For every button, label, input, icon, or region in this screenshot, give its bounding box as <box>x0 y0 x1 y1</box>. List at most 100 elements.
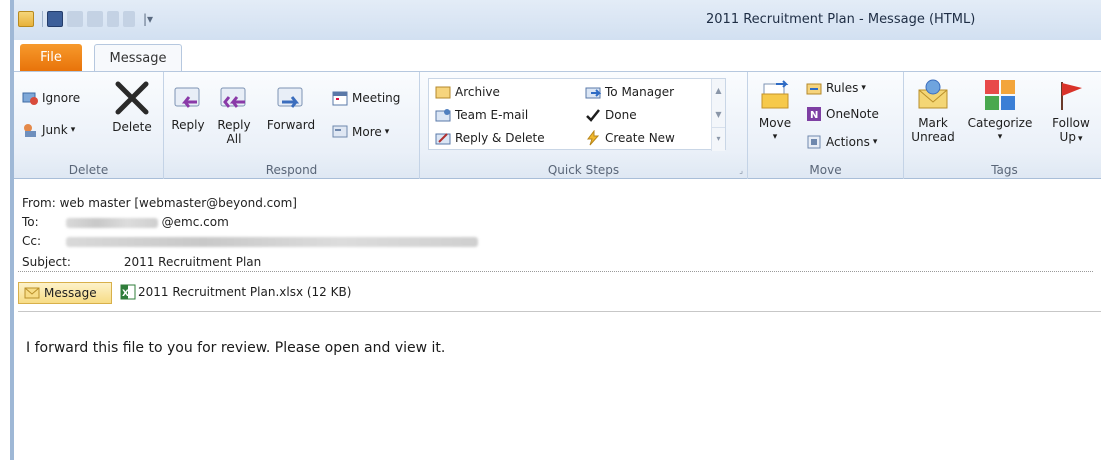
quickstep-archive[interactable]: Archive <box>435 84 500 100</box>
reply-button[interactable]: Reply <box>168 80 208 132</box>
ribbon: Ignore Junk ▾ Delete Delete Reply Reply … <box>14 71 1101 179</box>
done-label: Done <box>605 108 637 122</box>
quickstep-done[interactable]: Done <box>585 107 637 123</box>
title-bar: |▾ 2011 Recruitment Plan - Message (HTML… <box>14 0 1101 40</box>
customize-toolbar-icon[interactable]: |▾ <box>143 12 153 26</box>
chevron-down-icon: ▾ <box>861 83 866 93</box>
toolbar-separator <box>42 11 43 27</box>
chevron-down-icon: ▾ <box>384 127 390 137</box>
mark-unread-label-1: Mark <box>918 116 948 130</box>
follow-up-label-2: Up <box>1059 130 1076 144</box>
scroll-up-icon[interactable]: ▲ <box>712 79 725 103</box>
tab-file[interactable]: File <box>20 44 82 71</box>
rules-icon <box>806 80 822 96</box>
forward-icon <box>274 80 308 114</box>
meeting-calendar-icon <box>332 90 348 106</box>
categorize-label: Categorize <box>967 116 1033 130</box>
reply-all-label-2: All <box>226 132 242 146</box>
svg-text:N: N <box>810 110 818 121</box>
categorize-icon <box>983 78 1017 112</box>
quick-steps-scrollbar[interactable]: ▲ ▼ ▾ <box>711 79 725 151</box>
onenote-label: OneNote <box>826 107 879 121</box>
quick-access-toolbar: |▾ <box>18 11 153 27</box>
message-tab-button[interactable]: Message <box>18 282 112 304</box>
junk-label: Junk <box>42 123 68 137</box>
group-label-quick-steps: Quick Steps <box>547 163 620 177</box>
redacted-recipient <box>65 217 158 228</box>
archive-label: Archive <box>455 85 500 99</box>
window-edge <box>0 0 10 460</box>
forward-button[interactable]: Forward <box>264 80 318 132</box>
attachment-bar: Message X 2011 Recruitment Plan.xlsx (12… <box>14 281 1101 305</box>
categorize-button[interactable]: Categorize ▾ <box>962 78 1038 144</box>
to-row: To: @emc.com <box>22 215 229 229</box>
quickstep-to-manager[interactable]: To Manager <box>585 84 674 100</box>
mark-unread-icon <box>916 78 950 112</box>
to-manager-icon <box>585 84 602 100</box>
to-value[interactable]: @emc.com <box>162 215 229 229</box>
from-label: From: <box>22 196 56 210</box>
reply-label: Reply <box>171 118 205 132</box>
delete-x-icon <box>114 80 150 116</box>
junk-button[interactable]: Junk ▾ <box>22 122 75 138</box>
checkmark-icon <box>585 107 601 123</box>
quickstep-create-new[interactable]: Create New <box>585 129 675 146</box>
forward-label: Forward <box>266 118 316 132</box>
delete-label: Delete <box>112 120 152 134</box>
archive-icon <box>435 84 451 100</box>
move-folder-icon <box>758 78 792 112</box>
undo-icon[interactable] <box>67 11 83 27</box>
actions-button[interactable]: Actions ▾ <box>806 134 877 150</box>
onenote-button[interactable]: N OneNote <box>806 106 879 122</box>
group-tags: Mark Unread Categorize ▾ Follow Up ▾ Tags <box>904 72 1101 179</box>
message-body[interactable]: I forward this file to you for review. P… <box>18 311 1101 460</box>
move-button[interactable]: Move ▾ <box>754 78 796 144</box>
create-new-label: Create New <box>605 131 675 145</box>
body-text: I forward this file to you for review. P… <box>26 340 446 356</box>
ignore-label: Ignore <box>42 91 81 105</box>
quickstep-team-email[interactable]: Team E-mail <box>435 107 528 123</box>
outlook-message-window: |▾ 2011 Recruitment Plan - Message (HTML… <box>10 0 1101 460</box>
envelope-icon <box>24 285 40 301</box>
group-respond: Reply Reply All Forward Meeting More ▾ R… <box>164 72 420 179</box>
ignore-icon <box>22 90 38 106</box>
header-divider <box>18 271 1093 272</box>
team-email-icon <box>435 107 451 123</box>
attachment-file[interactable]: X 2011 Recruitment Plan.xlsx (12 KB) <box>120 284 351 300</box>
more-button[interactable]: More ▾ <box>332 124 389 140</box>
meeting-label: Meeting <box>352 91 401 105</box>
quickstep-reply-delete[interactable]: Reply & Delete <box>435 130 545 146</box>
reply-delete-icon <box>435 130 451 146</box>
svg-text:X: X <box>122 289 129 299</box>
scroll-down-icon[interactable]: ▼ <box>712 103 725 127</box>
reply-all-button[interactable]: Reply All <box>214 80 254 146</box>
from-value[interactable]: web master [webmaster@beyond.com] <box>60 196 297 210</box>
cc-label: Cc: <box>22 234 42 248</box>
actions-label: Actions <box>826 135 870 149</box>
meeting-button[interactable]: Meeting <box>332 90 400 106</box>
chevron-down-icon: ▾ <box>70 125 76 135</box>
reply-delete-label: Reply & Delete <box>455 131 545 145</box>
cc-row: Cc: <box>22 234 478 248</box>
ignore-button[interactable]: Ignore <box>22 90 80 106</box>
to-label: To: <box>22 215 39 229</box>
tab-message[interactable]: Message <box>94 44 182 71</box>
group-label-delete: Delete <box>68 163 109 177</box>
rules-button[interactable]: Rules ▾ <box>806 80 866 96</box>
gallery-expand-icon[interactable]: ▾ <box>712 127 725 149</box>
dialog-launcher-icon[interactable]: ⌟ <box>739 166 743 175</box>
subject-row: Subject: 2011 Recruitment Plan <box>22 255 261 269</box>
delete-button[interactable]: Delete <box>108 80 156 134</box>
mark-unread-button[interactable]: Mark Unread <box>910 78 956 144</box>
reply-all-label-1: Reply <box>217 118 251 132</box>
up-arrow-icon[interactable] <box>107 11 119 27</box>
mark-unread-label-2: Unread <box>911 130 955 144</box>
actions-icon <box>806 134 822 150</box>
team-email-label: Team E-mail <box>455 108 529 122</box>
redo-icon[interactable] <box>87 11 103 27</box>
down-arrow-icon[interactable] <box>123 11 135 27</box>
chevron-down-icon: ▾ <box>872 137 878 147</box>
lightning-icon <box>585 129 601 146</box>
follow-up-button[interactable]: Follow Up ▾ <box>1046 78 1096 146</box>
save-icon[interactable] <box>47 11 63 27</box>
